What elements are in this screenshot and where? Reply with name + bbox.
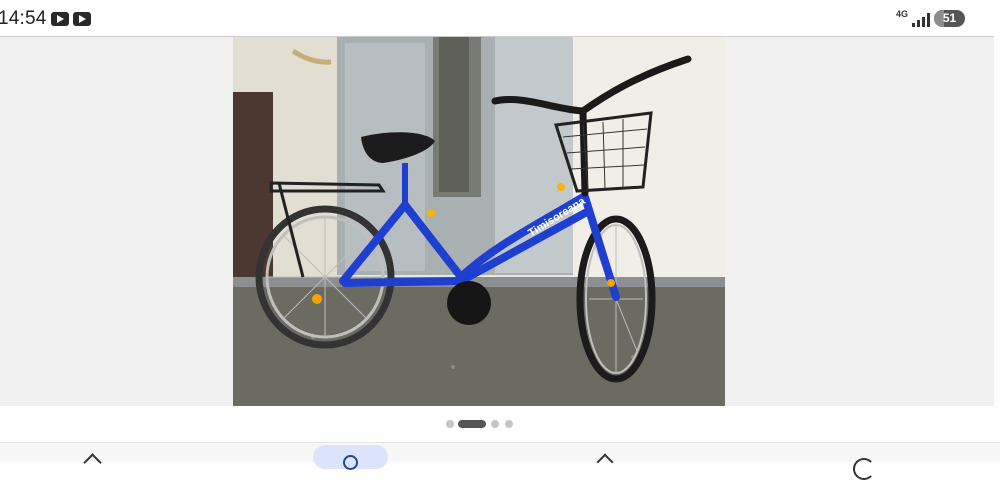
network-type-icon: 4G [895, 9, 908, 19]
battery-level: 51 [942, 11, 957, 25]
signal-icon [912, 11, 930, 27]
listing-photo-gallery[interactable]: Timisoreana [0, 36, 1000, 407]
battery-icon: 51 [934, 10, 965, 27]
search-icon[interactable] [313, 445, 388, 470]
pagination-dot[interactable] [446, 420, 454, 428]
pagination-dot[interactable] [505, 420, 513, 428]
bottom-navigation [0, 442, 1000, 480]
gallery-edge [994, 37, 1000, 407]
home-icon[interactable] [85, 453, 103, 467]
pagination-dot-active[interactable] [458, 420, 486, 428]
youtube-icon [51, 12, 69, 26]
pagination-dot[interactable] [491, 420, 499, 428]
youtube-icon [73, 12, 91, 26]
account-icon[interactable] [853, 453, 875, 480]
status-bar: 14:54 4G 51 [0, 0, 1000, 36]
status-time: 14:54 [0, 8, 47, 29]
bicycle-photo[interactable]: Timisoreana [233, 37, 725, 407]
saved-icon[interactable] [597, 453, 615, 467]
gallery-pagination [0, 406, 1000, 442]
